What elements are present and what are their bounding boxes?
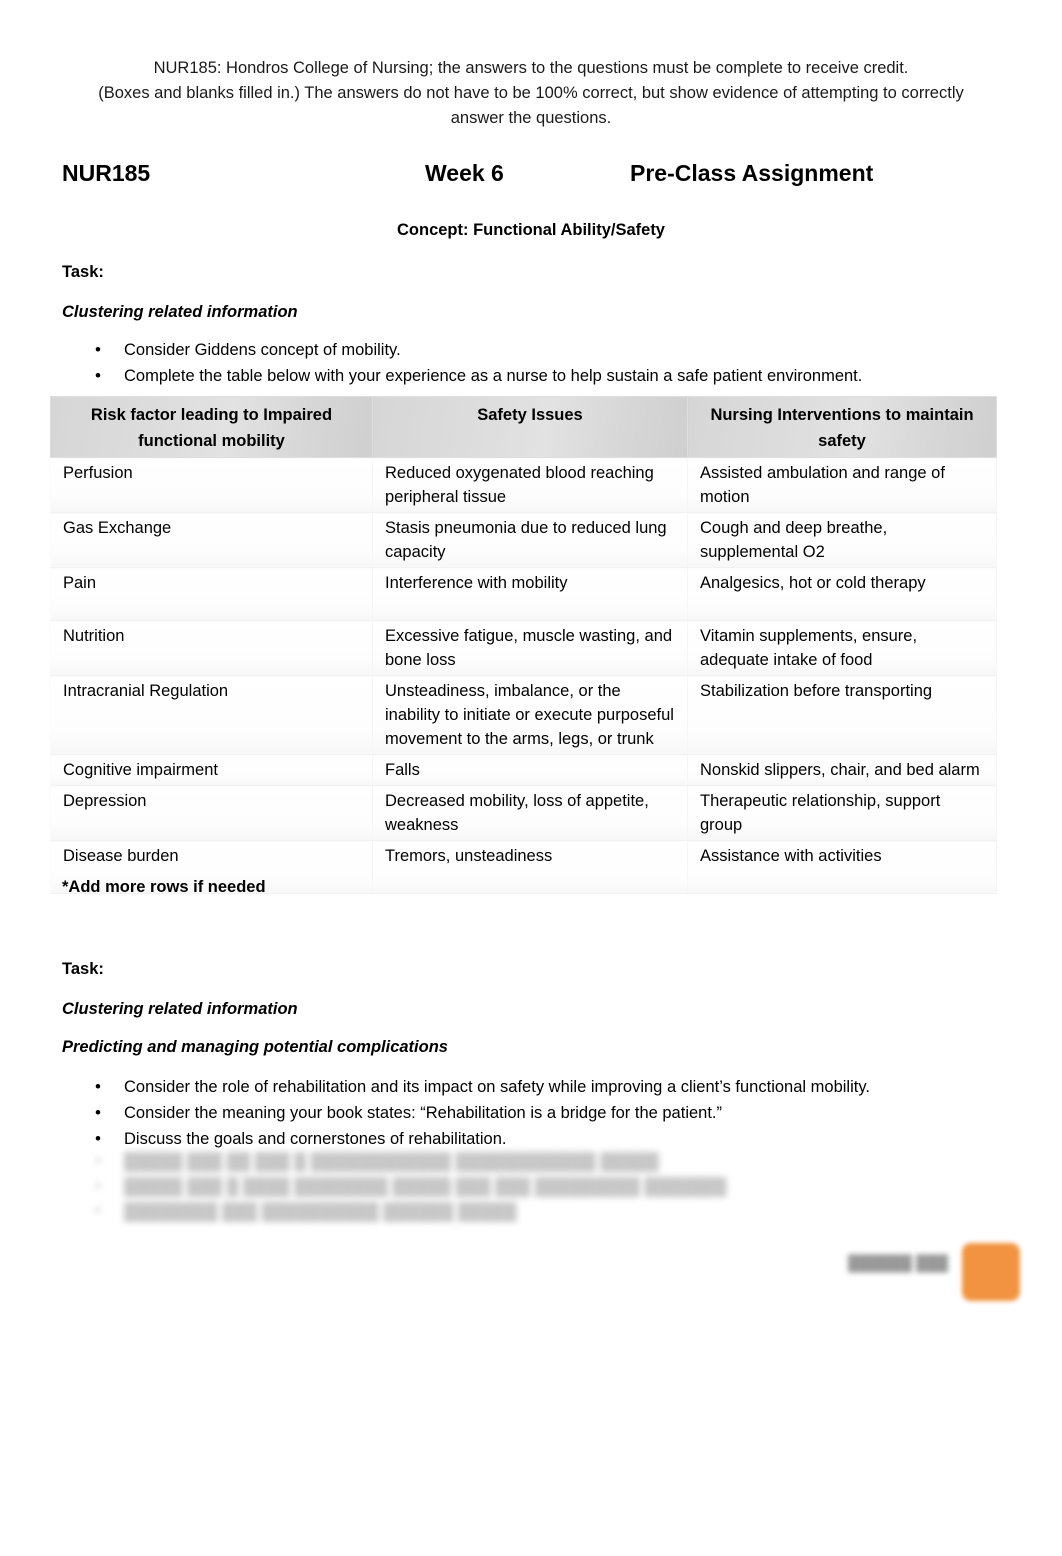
table-header-row: Risk factor leading to Impaired function… (50, 396, 997, 458)
table-row: Perfusion Reduced oxygenated blood reach… (50, 457, 997, 513)
table-row: Nutrition Excessive fatigue, muscle wast… (50, 620, 997, 676)
cell-safety-issues[interactable]: Interference with mobility (372, 567, 688, 621)
task2-bullet-list: • Consider the role of rehabilitation an… (62, 1075, 1000, 1153)
cell-interventions[interactable]: Vitamin supplements, ensure, adequate in… (687, 620, 997, 676)
header-note: NUR185: Hondros College of Nursing; the … (62, 56, 1000, 131)
bottom-right-badge: ██████ ███ (840, 1243, 1020, 1305)
cell-safety-issues[interactable]: Stasis pneumonia due to reduced lung cap… (372, 512, 688, 568)
table-footnote: *Add more rows if needed (62, 878, 266, 896)
cell-interventions[interactable]: Therapeutic relationship, support group (687, 785, 997, 841)
task1-subtitle: Clustering related information (62, 303, 298, 321)
bullet-icon: • (95, 1177, 101, 1195)
cell-safety-issues[interactable]: Reduced oxygenated blood reaching periph… (372, 457, 688, 513)
list-item: • Consider the role of rehabilitation an… (62, 1075, 1000, 1100)
header-note-line-3: answer the questions. (450, 109, 612, 127)
cell-interventions[interactable]: Analgesics, hot or cold therapy (687, 567, 997, 621)
bullet-icon: • (95, 340, 101, 359)
concept-subtitle: Concept: Functional Ability/Safety (397, 221, 665, 239)
cell-interventions[interactable]: Stabilization before transporting (687, 675, 997, 755)
obscured-list-item-label: █████ ███ █ ████ ████████ █████ ███ ███ … (124, 1178, 727, 1196)
bullet-icon: • (95, 1077, 101, 1096)
bullet-icon: • (95, 1103, 101, 1122)
task1-bullet-list: • Consider Giddens concept of mobility. … (62, 338, 1000, 390)
task2-label: Task: (62, 960, 104, 978)
list-item-label: Complete the table below with your exper… (124, 367, 863, 385)
cell-risk-factor[interactable]: Perfusion (50, 457, 373, 513)
bullet-icon: • (95, 1202, 101, 1220)
table-header: Risk factor leading to Impaired function… (50, 396, 997, 458)
cell-risk-factor[interactable]: Pain (50, 567, 373, 621)
cell-safety-issues[interactable]: Falls (372, 754, 688, 786)
table-body: Perfusion Reduced oxygenated blood reach… (50, 457, 997, 894)
list-item-label: Consider the meaning your book states: “… (124, 1104, 723, 1122)
orange-square-icon (962, 1243, 1020, 1301)
column-header-risk-factor: Risk factor leading to Impaired function… (50, 396, 373, 458)
list-item: • Consider Giddens concept of mobility. (62, 338, 1000, 363)
task2-subtitle-2: Predicting and managing potential compli… (62, 1038, 448, 1056)
table-row: Cognitive impairment Falls Nonskid slipp… (50, 754, 997, 786)
obscured-list-item: • █████ ███ █ ████ ████████ █████ ███ ██… (62, 1175, 762, 1200)
table-row: Depression Decreased mobility, loss of a… (50, 785, 997, 841)
table-row: Intracranial Regulation Unsteadiness, im… (50, 675, 997, 755)
cell-risk-factor[interactable]: Cognitive impairment (50, 754, 373, 786)
obscured-list-item: • ████████ ███ ██████████ ██████ █████ (62, 1200, 762, 1225)
obscured-list-item-label: ████████ ███ ██████████ ██████ █████ (124, 1203, 517, 1221)
cell-risk-factor[interactable]: Gas Exchange (50, 512, 373, 568)
table-row: Gas Exchange Stasis pneumonia due to red… (50, 512, 997, 568)
cell-interventions[interactable]: Nonskid slippers, chair, and bed alarm (687, 754, 997, 786)
list-item: • Consider the meaning your book states:… (62, 1101, 1000, 1126)
table-row: Pain Interference with mobility Analgesi… (50, 567, 997, 621)
cell-interventions[interactable]: Assistance with activities (687, 840, 997, 894)
cell-interventions[interactable]: Cough and deep breathe, supplemental O2 (687, 512, 997, 568)
list-item: • Discuss the goals and cornerstones of … (62, 1127, 1000, 1152)
risk-factor-table: Risk factor leading to Impaired function… (50, 396, 997, 894)
badge-label: ██████ ███ (848, 1255, 948, 1272)
bullet-icon: • (95, 1129, 101, 1148)
cell-safety-issues[interactable]: Unsteadiness, imbalance, or the inabilit… (372, 675, 688, 755)
bullet-icon: • (95, 1152, 101, 1170)
cell-interventions[interactable]: Assisted ambulation and range of motion (687, 457, 997, 513)
header-note-line-1: NUR185: Hondros College of Nursing; the … (153, 59, 909, 77)
column-header-safety-issues: Safety Issues (372, 396, 688, 458)
cell-risk-factor[interactable]: Nutrition (50, 620, 373, 676)
obscured-bullet-list: • █████ ███ ██ ███ █ ████████████ ██████… (62, 1150, 762, 1225)
bullet-icon: • (95, 366, 101, 385)
list-item-label: Discuss the goals and cornerstones of re… (124, 1130, 507, 1148)
cell-risk-factor[interactable]: Depression (50, 785, 373, 841)
course-code: NUR185 (62, 160, 151, 186)
task2-subtitle-1: Clustering related information (62, 1000, 298, 1018)
list-item: • Complete the table below with your exp… (62, 364, 1000, 389)
obscured-list-item-label: █████ ███ ██ ███ █ ████████████ ████████… (124, 1153, 659, 1171)
list-item-label: Consider Giddens concept of mobility. (124, 341, 401, 359)
list-item-label: Consider the role of rehabilitation and … (124, 1078, 870, 1096)
cell-safety-issues[interactable]: Excessive fatigue, muscle wasting, and b… (372, 620, 688, 676)
document-page: NUR185: Hondros College of Nursing; the … (0, 0, 1062, 1556)
cell-safety-issues[interactable]: Decreased mobility, loss of appetite, we… (372, 785, 688, 841)
assignment-title: Pre-Class Assignment (630, 160, 874, 186)
cell-safety-issues[interactable]: Tremors, unsteadiness (372, 840, 688, 894)
column-header-interventions: Nursing Interventions to maintain safety (687, 396, 997, 458)
document-title-row: NUR185 Week 6 Pre-Class Assignment (62, 160, 1000, 198)
cell-risk-factor[interactable]: Intracranial Regulation (50, 675, 373, 755)
task1-label: Task: (62, 263, 104, 281)
obscured-list-item: • █████ ███ ██ ███ █ ████████████ ██████… (62, 1150, 762, 1175)
header-note-line-2: (Boxes and blanks filled in.) The answer… (98, 84, 964, 102)
week-label: Week 6 (425, 160, 504, 186)
